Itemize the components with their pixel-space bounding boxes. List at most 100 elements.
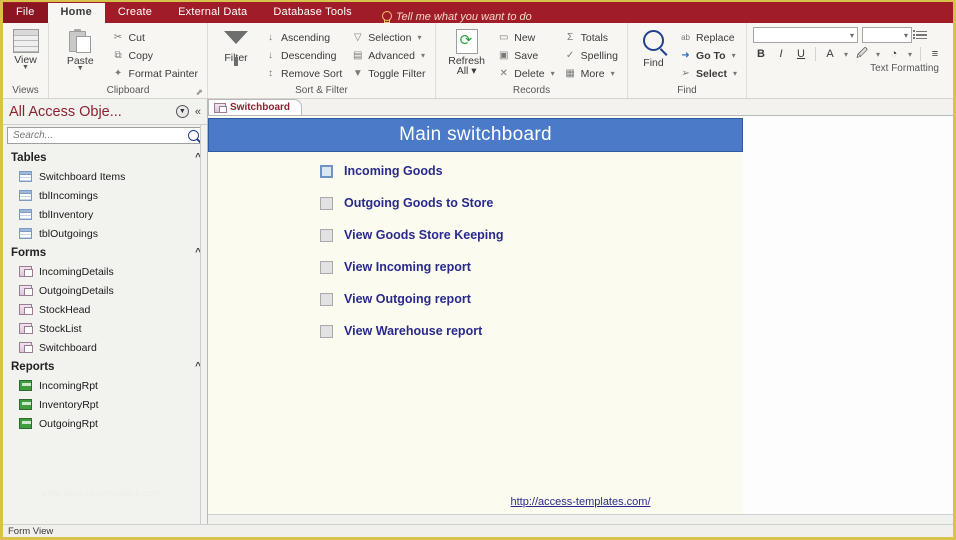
- chevron-down-icon[interactable]: ▼: [77, 65, 84, 72]
- switchboard-item-view-goods-store-keeping[interactable]: View Goods Store Keeping: [320, 228, 743, 242]
- group-label-records: Records: [512, 85, 551, 96]
- nav-item-tbloutgoings[interactable]: tblOutgoings: [3, 224, 207, 243]
- nav-item-inventoryrpt[interactable]: InventoryRpt: [3, 395, 207, 414]
- nav-item-tblinventory[interactable]: tblInventory: [3, 205, 207, 224]
- bold-button[interactable]: B: [753, 46, 769, 62]
- switchboard-item-button[interactable]: [320, 292, 333, 306]
- nav-item-outgoingrpt[interactable]: OutgoingRpt: [3, 414, 207, 433]
- font-size-combo[interactable]: ▾: [862, 27, 912, 43]
- paste-button[interactable]: Paste ▼: [55, 27, 106, 72]
- chevron-down-icon[interactable]: ▾: [842, 46, 850, 62]
- chevron-down-icon[interactable]: ▾: [551, 69, 555, 78]
- switchboard-item-button[interactable]: [320, 324, 333, 338]
- nav-item-label: OutgoingDetails: [39, 284, 114, 297]
- copy-button[interactable]: ⧉ Copy: [110, 47, 201, 64]
- switchboard-item-button[interactable]: [320, 196, 333, 210]
- nav-item-tblincomings[interactable]: tblIncomings: [3, 186, 207, 205]
- nav-item-stocklist[interactable]: StockList: [3, 319, 207, 338]
- tell-me-search[interactable]: Tell me what you want to do: [365, 11, 532, 23]
- tab-home[interactable]: Home: [47, 3, 105, 23]
- search-input[interactable]: [11, 129, 188, 142]
- font-color-icon[interactable]: A: [822, 46, 838, 62]
- switchboard-item-view-warehouse-report[interactable]: View Warehouse report: [320, 324, 743, 338]
- search-icon[interactable]: [188, 130, 199, 141]
- selection-button[interactable]: ▽ Selection ▾: [349, 29, 428, 46]
- refresh-icon: [455, 29, 478, 54]
- highlight-icon[interactable]: 🖉: [854, 46, 870, 62]
- chevron-down-icon[interactable]: ▾: [471, 65, 476, 77]
- switchboard-item-button[interactable]: [320, 164, 333, 178]
- totals-button[interactable]: Σ Totals: [562, 29, 621, 46]
- tab-file[interactable]: File: [3, 3, 48, 23]
- navigation-search-row[interactable]: [7, 127, 203, 144]
- nav-group-header-reports[interactable]: Reports ^: [3, 357, 207, 376]
- sigma-icon: Σ: [567, 32, 574, 43]
- cut-button[interactable]: ✂ Cut: [110, 29, 201, 46]
- switchboard-item-view-incoming-report[interactable]: View Incoming report: [320, 260, 743, 274]
- nav-group-header-tables[interactable]: Tables ^: [3, 148, 207, 167]
- underline-button[interactable]: U: [793, 46, 809, 62]
- chevron-down-icon[interactable]: ▼: [22, 64, 29, 71]
- nav-item-outgoingdetails[interactable]: OutgoingDetails: [3, 281, 207, 300]
- chevron-down-icon[interactable]: ▾: [417, 33, 421, 42]
- format-painter-icon: ✦: [113, 68, 123, 79]
- save-record-button[interactable]: ▣ Save: [495, 47, 557, 64]
- chevron-down-icon[interactable]: ▾: [874, 46, 882, 62]
- chevron-down-icon[interactable]: ▾: [611, 69, 615, 78]
- ribbon-group-find: Find ab Replace ➜ Go To ▾ ➢ Select ▾ Fin…: [628, 23, 747, 98]
- filter-button[interactable]: Filter: [214, 27, 258, 66]
- sort-descending-button[interactable]: ↓ Descending: [262, 47, 345, 64]
- align-icon[interactable]: ≡: [927, 46, 943, 62]
- chevron-down-icon[interactable]: ▾: [733, 69, 737, 78]
- chevron-down-icon[interactable]: ▾: [732, 51, 736, 60]
- double-chevron-left-icon[interactable]: «: [193, 106, 203, 118]
- switchboard-item-button[interactable]: [320, 260, 333, 274]
- clipboard-dialog-launcher-icon[interactable]: ⬈: [195, 85, 203, 99]
- select-button[interactable]: ➢ Select ▾: [677, 65, 740, 82]
- chevron-down-icon[interactable]: ▾: [850, 31, 854, 40]
- nav-item-stockhead[interactable]: StockHead: [3, 300, 207, 319]
- nav-group-header-forms[interactable]: Forms ^: [3, 243, 207, 262]
- nav-item-switchboard-items[interactable]: Switchboard Items: [3, 167, 207, 186]
- spelling-button[interactable]: ✓ Spelling: [562, 47, 621, 64]
- remove-sort-button[interactable]: ↕ Remove Sort: [262, 65, 345, 82]
- chevron-down-icon[interactable]: ▾: [421, 51, 425, 60]
- toggle-filter-button[interactable]: ▼ Toggle Filter: [349, 65, 428, 82]
- delete-record-button[interactable]: ✕ Delete ▾: [495, 65, 557, 82]
- sort-ascending-button[interactable]: ↓ Ascending: [262, 29, 345, 46]
- document-tab-switchboard[interactable]: Switchboard: [208, 99, 303, 115]
- switchboard-item-outgoing-goods-to-store[interactable]: Outgoing Goods to Store: [320, 196, 743, 210]
- refresh-all-button[interactable]: Refresh All ▾: [442, 27, 491, 77]
- more-button[interactable]: ▦ More ▾: [562, 65, 621, 82]
- tab-create[interactable]: Create: [105, 3, 165, 23]
- view-button[interactable]: View ▼: [9, 27, 42, 71]
- replace-button[interactable]: ab Replace: [677, 29, 740, 46]
- descending-label: Descending: [281, 49, 337, 62]
- switchboard-item-view-outgoing-report[interactable]: View Outgoing report: [320, 292, 743, 306]
- toggle-filter-icon: ▼: [352, 68, 363, 79]
- find-button[interactable]: Find: [634, 27, 673, 69]
- switchboard-item-button[interactable]: [320, 228, 333, 242]
- new-record-button[interactable]: ▭ New: [495, 29, 557, 46]
- advanced-button[interactable]: ▤ Advanced ▾: [349, 47, 428, 64]
- nav-item-incomingdetails[interactable]: IncomingDetails: [3, 262, 207, 281]
- navigation-pane-scrollbar[interactable]: [200, 125, 207, 524]
- nav-item-incomingrpt[interactable]: IncomingRpt: [3, 376, 207, 395]
- nav-item-switchboard[interactable]: Switchboard: [3, 338, 207, 357]
- bullet-list-icon[interactable]: [913, 30, 927, 40]
- italic-button[interactable]: I: [773, 46, 789, 62]
- dropdown-circle-icon[interactable]: ▼: [175, 105, 189, 118]
- switchboard-item-incoming-goods[interactable]: Incoming Goods: [320, 164, 743, 178]
- access-templates-link[interactable]: http://access-templates.com/: [511, 496, 651, 508]
- chevron-down-icon[interactable]: ▾: [904, 31, 908, 40]
- go-to-button[interactable]: ➜ Go To ▾: [677, 47, 740, 64]
- chevron-down-icon[interactable]: ▾: [906, 46, 914, 62]
- tab-database-tools[interactable]: Database Tools: [260, 3, 364, 23]
- font-family-combo[interactable]: ▾: [753, 27, 858, 43]
- fill-color-icon[interactable]: ◔: [886, 46, 902, 62]
- tab-external-data[interactable]: External Data: [165, 3, 260, 23]
- table-icon: [19, 228, 32, 239]
- document-tab-bar: Switchboard: [208, 99, 953, 116]
- format-painter-button[interactable]: ✦ Format Painter: [110, 65, 201, 82]
- document-horizontal-scrollbar[interactable]: [208, 514, 953, 524]
